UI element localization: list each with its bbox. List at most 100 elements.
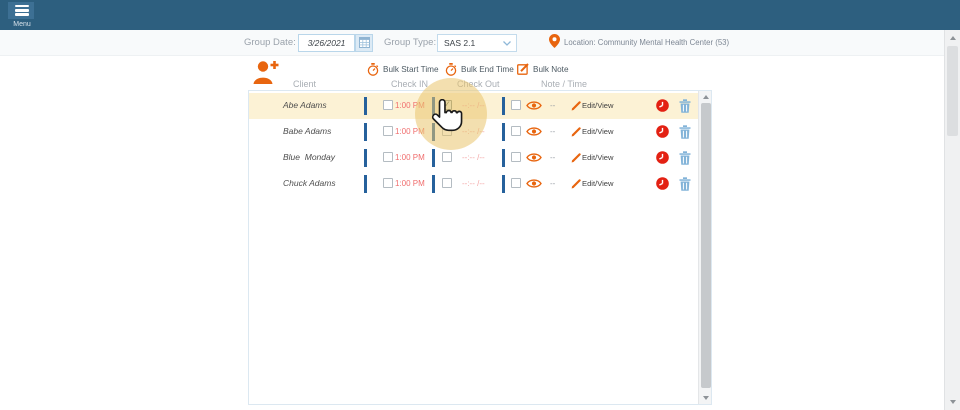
divider [364, 97, 367, 115]
note-checkbox[interactable] [511, 100, 521, 110]
scrollbar-thumb[interactable] [701, 103, 711, 388]
divider [502, 123, 505, 141]
toolbar: Group Date: 3/26/2021 Group Type: SAS 2.… [0, 30, 944, 56]
scroll-down-icon[interactable] [703, 396, 709, 400]
bulk-note-button[interactable]: Bulk Note [517, 63, 569, 75]
group-type-value: SAS 2.1 [444, 38, 475, 48]
edit-view-link[interactable]: Edit/View [582, 127, 614, 136]
delete-trash-icon[interactable] [679, 151, 691, 165]
table-scrollbar[interactable] [698, 91, 711, 404]
divider [432, 149, 435, 167]
check-in-checkbox[interactable] [383, 126, 393, 136]
check-out-time: --:-- /-- [462, 179, 485, 188]
client-name: Abe Adams [283, 100, 327, 110]
divider [502, 97, 505, 115]
group-type-label: Group Type: [384, 37, 436, 48]
scroll-up-icon[interactable] [703, 95, 709, 99]
divider [364, 123, 367, 141]
view-note-eye-icon[interactable] [526, 100, 542, 111]
check-in-checkbox[interactable] [383, 100, 393, 110]
table-row: Babe Adams 1:00 PM --:-- /-- -- Edit/Vie… [249, 119, 698, 145]
note-value: -- [550, 127, 555, 136]
note-checkbox[interactable] [511, 126, 521, 136]
divider [432, 97, 435, 115]
page-scrollbar[interactable] [944, 30, 960, 410]
note-value: -- [550, 153, 555, 162]
check-out-checkbox[interactable] [442, 100, 452, 110]
time-clock-icon[interactable] [656, 125, 669, 138]
calendar-grid [359, 37, 370, 48]
divider [502, 149, 505, 167]
menu-button[interactable]: Menu [7, 2, 35, 28]
view-note-eye-icon[interactable] [526, 152, 542, 163]
table-row: Abe Adams 1:00 PM --:-- /-- -- Edit/View [249, 93, 698, 119]
edit-pencil-icon[interactable] [571, 101, 581, 111]
bulk-end-time-button[interactable]: Bulk End Time [445, 63, 514, 76]
page-scroll-down-icon[interactable] [950, 400, 956, 404]
app-window: Menu Group Date: 3/26/2021 Group Type: S… [0, 0, 960, 410]
group-type-select[interactable]: SAS 2.1 [437, 34, 517, 52]
check-in-time: 1:00 PM [395, 179, 425, 188]
stopwatch-icon [367, 63, 379, 76]
check-out-time: --:-- /-- [462, 101, 485, 110]
delete-trash-icon[interactable] [679, 125, 691, 139]
note-checkbox[interactable] [511, 152, 521, 162]
view-note-eye-icon[interactable] [526, 126, 542, 137]
calendar-icon[interactable] [355, 34, 373, 52]
edit-pencil-icon[interactable] [571, 127, 581, 137]
check-out-checkbox[interactable] [442, 126, 452, 136]
divider [502, 175, 505, 193]
page-scroll-up-icon[interactable] [950, 36, 956, 40]
note-checkbox[interactable] [511, 178, 521, 188]
note-edit-icon [517, 63, 529, 75]
add-client-button[interactable] [252, 59, 280, 86]
check-in-time: 1:00 PM [395, 127, 425, 136]
check-out-time: --:-- /-- [462, 153, 485, 162]
client-name: Chuck Adams [283, 178, 336, 188]
hamburger-icon [8, 2, 34, 19]
view-note-eye-icon[interactable] [526, 178, 542, 189]
column-header-note-time: Note / Time [541, 79, 587, 89]
bulk-start-time-button[interactable]: Bulk Start Time [367, 63, 439, 76]
edit-view-link[interactable]: Edit/View [582, 101, 614, 110]
check-in-time: 1:00 PM [395, 101, 425, 110]
table-row: Blue Monday 1:00 PM --:-- /-- -- Edit/Vi… [249, 145, 698, 171]
delete-trash-icon[interactable] [679, 177, 691, 191]
edit-pencil-icon[interactable] [571, 179, 581, 189]
divider [432, 123, 435, 141]
column-header-client: Client [293, 79, 316, 89]
divider [432, 175, 435, 193]
location-pin-icon [549, 34, 560, 48]
check-in-time: 1:00 PM [395, 153, 425, 162]
bulk-note-label: Bulk Note [533, 65, 569, 74]
table-rows: Abe Adams 1:00 PM --:-- /-- -- Edit/View [249, 93, 698, 197]
location-text: Location: Community Mental Health Center… [564, 38, 729, 47]
menu-label: Menu [7, 21, 37, 28]
check-in-checkbox[interactable] [383, 152, 393, 162]
check-out-time: --:-- /-- [462, 127, 485, 136]
time-clock-icon[interactable] [656, 151, 669, 164]
table-row: Chuck Adams 1:00 PM --:-- /-- -- Edit/Vi… [249, 171, 698, 197]
bulk-end-time-label: Bulk End Time [461, 65, 514, 74]
check-in-checkbox[interactable] [383, 178, 393, 188]
page-scrollbar-thumb[interactable] [947, 46, 958, 136]
check-out-checkbox[interactable] [442, 178, 452, 188]
divider [364, 175, 367, 193]
delete-trash-icon[interactable] [679, 99, 691, 113]
group-date-input[interactable]: 3/26/2021 [298, 34, 355, 52]
attendance-table: Abe Adams 1:00 PM --:-- /-- -- Edit/View [248, 90, 712, 405]
column-header-check-out: Check Out [457, 79, 500, 89]
check-out-checkbox[interactable] [442, 152, 452, 162]
edit-view-link[interactable]: Edit/View [582, 153, 614, 162]
note-value: -- [550, 179, 555, 188]
client-name: Blue Monday [283, 152, 335, 162]
edit-view-link[interactable]: Edit/View [582, 179, 614, 188]
note-value: -- [550, 101, 555, 110]
top-bar: Menu [0, 0, 960, 30]
chevron-down-icon [503, 41, 511, 46]
time-clock-icon[interactable] [656, 99, 669, 112]
stopwatch-icon [445, 63, 457, 76]
edit-pencil-icon[interactable] [571, 153, 581, 163]
group-date-label: Group Date: [244, 37, 296, 48]
time-clock-icon[interactable] [656, 177, 669, 190]
